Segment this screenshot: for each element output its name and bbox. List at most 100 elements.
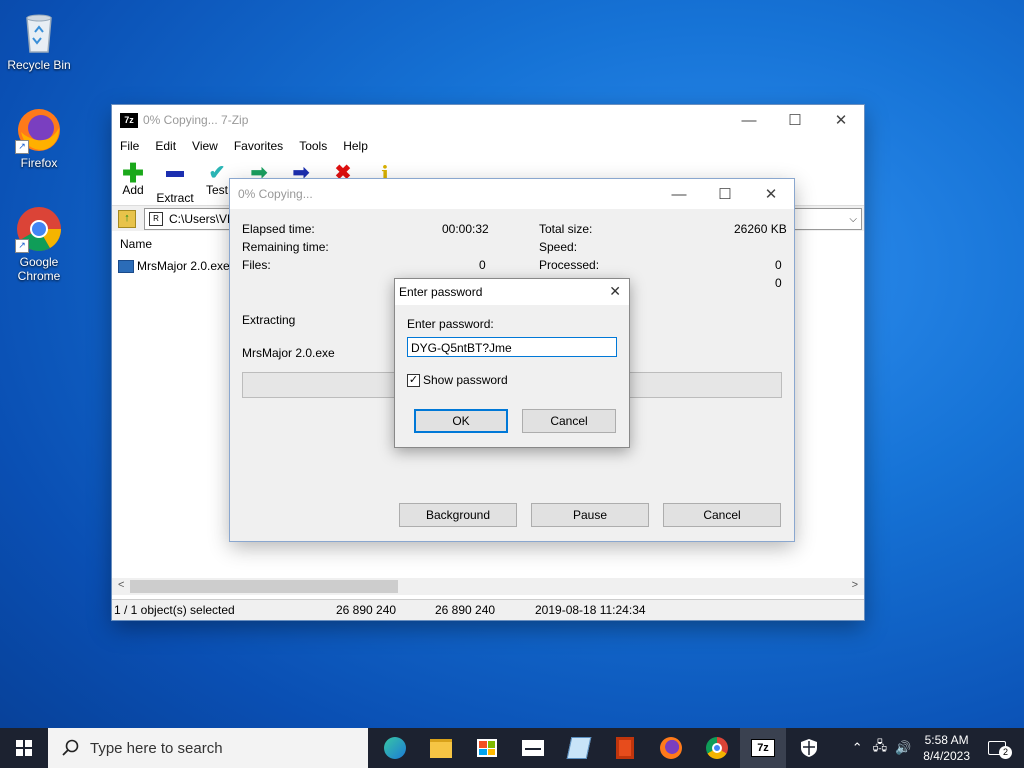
7zip-icon[interactable]: 7z	[740, 728, 786, 768]
menu-bar: File Edit View Favorites Tools Help	[112, 135, 864, 157]
firefox-icon: ↗	[15, 106, 63, 154]
drive-icon: R	[149, 212, 163, 226]
password-input[interactable]: DYG-Q5ntBT?Jme	[407, 337, 617, 357]
password-prompt: Enter password:	[407, 317, 494, 331]
file-explorer-icon[interactable]	[418, 728, 464, 768]
notification-center-icon[interactable]: 2	[988, 741, 1012, 759]
shortcut-arrow-icon: ↗	[15, 140, 29, 154]
menu-favorites[interactable]: Favorites	[226, 139, 291, 153]
cancel-button[interactable]: Cancel	[663, 503, 781, 527]
chevron-down-icon[interactable]: ⌵	[849, 214, 857, 225]
menu-file[interactable]: File	[112, 139, 147, 153]
plus-icon: ✚	[122, 158, 144, 188]
remaining-label: Remaining time:	[242, 240, 329, 254]
add-button[interactable]: ✚ Add	[112, 157, 154, 205]
shortcut-arrow-icon: ↗	[15, 239, 29, 253]
desktop-icon-label: Recycle Bin	[7, 58, 71, 72]
system-tray: ⌃ 🖧 🔊 5:58 AM 8/4/2023 2	[852, 728, 1024, 768]
processed-label: Processed:	[539, 258, 600, 272]
scroll-left-icon[interactable]: <	[118, 579, 124, 591]
mail-icon[interactable]	[510, 728, 556, 768]
7zip-app-icon: 7z	[120, 112, 138, 128]
folder-up-icon[interactable]: ↑	[118, 210, 136, 228]
horizontal-scrollbar[interactable]: < >	[112, 578, 864, 595]
search-placeholder: Type here to search	[90, 739, 223, 757]
chrome-icon: ↗	[15, 205, 63, 253]
desktop-icon-label: Firefox	[20, 156, 58, 170]
close-icon[interactable]: ✕	[609, 283, 621, 300]
network-icon[interactable]: 🖧	[873, 737, 888, 759]
recycle-bin-icon	[15, 8, 63, 56]
menu-view[interactable]: View	[184, 139, 226, 153]
minus-icon	[154, 171, 196, 191]
clock[interactable]: 5:58 AM 8/4/2023	[923, 732, 970, 764]
processed-value: 0	[775, 258, 782, 272]
clock-date: 8/4/2023	[923, 749, 970, 763]
progress-title-bar[interactable]: 0% Copying... — ☐ ✕	[230, 179, 794, 209]
minimize-button[interactable]: —	[726, 105, 772, 135]
clock-time: 5:58 AM	[924, 733, 969, 747]
show-password-label[interactable]: Show password	[423, 373, 508, 387]
search-icon	[62, 739, 79, 756]
column-header-name[interactable]: Name	[120, 237, 152, 251]
status-bar: 1 / 1 object(s) selected 26 890 240 26 8…	[112, 599, 864, 620]
status-modified: 2019-08-18 11:24:34	[535, 603, 646, 617]
password-dialog-title: Enter password	[399, 285, 483, 299]
notepad-icon[interactable]	[556, 728, 602, 768]
extract-button[interactable]: Extract	[154, 157, 196, 205]
window-title: 0% Copying... 7-Zip	[143, 113, 249, 127]
close-button[interactable]: ✕	[818, 105, 864, 135]
password-title-bar[interactable]: Enter password ✕	[395, 279, 629, 305]
current-file: MrsMajor 2.0.exe	[242, 346, 335, 360]
address-path: C:\Users\VM	[169, 212, 238, 226]
maximize-button[interactable]: ☐	[702, 179, 748, 209]
progress-title: 0% Copying...	[238, 187, 313, 201]
chevron-up-icon[interactable]: ⌃	[852, 740, 863, 756]
menu-tools[interactable]: Tools	[291, 139, 335, 153]
windows-logo-icon	[16, 740, 32, 756]
close-button[interactable]: ✕	[748, 179, 794, 209]
maximize-button[interactable]: ☐	[772, 105, 818, 135]
minimize-button[interactable]: —	[656, 179, 702, 209]
extra-value: 0	[775, 276, 782, 290]
volume-icon[interactable]: 🔊	[895, 740, 911, 756]
edge-icon[interactable]	[372, 728, 418, 768]
taskbar-search-box[interactable]: Type here to search	[48, 728, 368, 768]
action-label: Extracting	[242, 313, 296, 327]
status-packed: 26 890 240	[435, 603, 496, 617]
desktop-icon-firefox[interactable]: ↗ Firefox	[1, 106, 77, 170]
desktop-icon-label: Google Chrome	[17, 255, 61, 283]
password-dialog: Enter password ✕ Enter password: DYG-Q5n…	[394, 278, 630, 448]
security-icon[interactable]	[786, 728, 832, 768]
desktop-icon-recycle-bin[interactable]: Recycle Bin	[1, 8, 77, 72]
password-cancel-button[interactable]: Cancel	[522, 409, 616, 433]
menu-edit[interactable]: Edit	[147, 139, 184, 153]
files-value: 0	[479, 258, 486, 272]
total-size-value: 26260 KB	[734, 222, 787, 236]
notification-count: 2	[999, 746, 1012, 759]
show-password-checkbox[interactable]: ✓	[407, 374, 420, 387]
start-button[interactable]	[0, 728, 48, 768]
speed-label: Speed:	[539, 240, 578, 254]
title-bar[interactable]: 7z 0% Copying... 7-Zip — ☐ ✕	[112, 105, 864, 135]
taskbar: Type here to search 7z ⌃ 🖧 🔊 5:58 AM 8/4…	[0, 728, 1024, 768]
scrollbar-thumb[interactable]	[130, 580, 398, 593]
list-item[interactable]: MrsMajor 2.0.exe	[118, 259, 230, 273]
elapsed-value: 00:00:32	[442, 222, 489, 236]
desktop-icon-chrome[interactable]: ↗ Google Chrome	[1, 205, 77, 283]
office-icon[interactable]	[602, 728, 648, 768]
chrome-icon[interactable]	[694, 728, 740, 768]
total-size-label: Total size:	[539, 222, 593, 236]
firefox-icon[interactable]	[648, 728, 694, 768]
store-icon[interactable]	[464, 728, 510, 768]
files-label: Files:	[242, 258, 271, 272]
background-button[interactable]: Background	[399, 503, 517, 527]
ok-button[interactable]: OK	[414, 409, 508, 433]
status-selected: 1 / 1 object(s) selected	[114, 603, 235, 617]
pause-button[interactable]: Pause	[531, 503, 649, 527]
elapsed-label: Elapsed time:	[242, 222, 315, 236]
exe-file-icon	[118, 259, 134, 273]
scroll-right-icon[interactable]: >	[852, 579, 858, 591]
status-size: 26 890 240	[336, 603, 397, 617]
menu-help[interactable]: Help	[335, 139, 376, 153]
